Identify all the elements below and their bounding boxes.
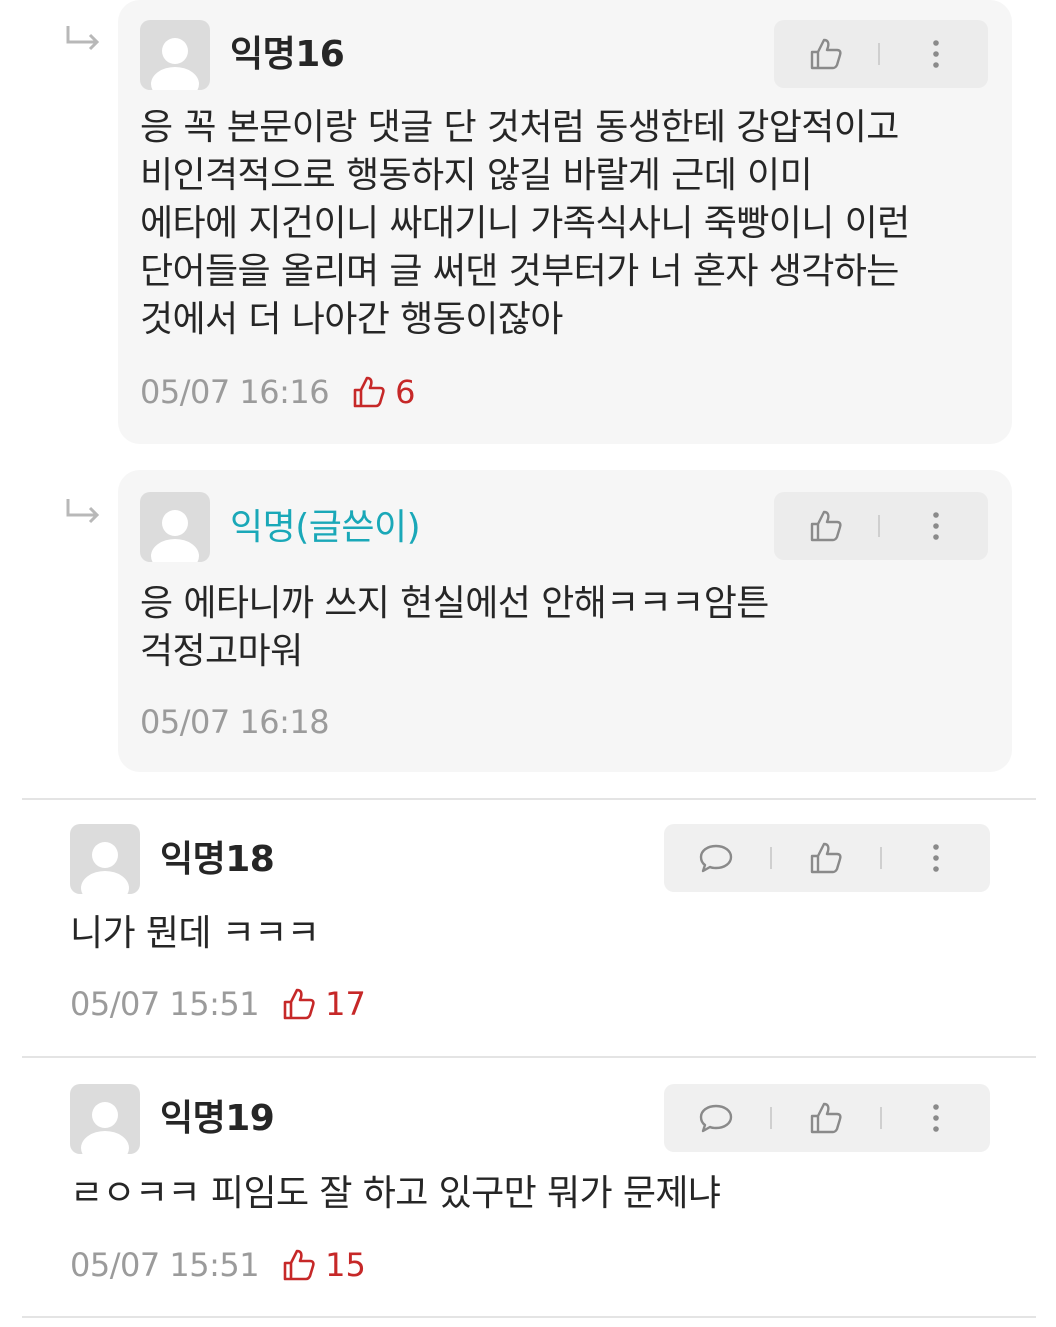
speech-bubble-icon[interactable]	[698, 1100, 734, 1136]
comment-actions	[664, 824, 990, 892]
action-divider	[878, 43, 880, 65]
action-divider	[770, 1107, 772, 1129]
comment-meta: 05/07 15:51 17	[70, 984, 366, 1024]
comment-divider	[22, 1316, 1036, 1318]
comment-meta: 05/07 16:18	[140, 702, 330, 742]
thumbs-up-icon[interactable]	[808, 840, 844, 876]
comment-divider	[22, 1056, 1036, 1058]
thumbs-up-icon	[283, 1249, 315, 1281]
comment-meta: 05/07 16:16 6	[140, 372, 415, 412]
more-vertical-icon[interactable]	[918, 840, 954, 876]
more-vertical-icon[interactable]	[918, 36, 954, 72]
comment-text: ㄹㅇㅋㅋ 피임도 잘 하고 있구만 뭐가 문제냐	[70, 1173, 721, 1214]
speech-bubble-icon[interactable]	[698, 840, 734, 876]
more-vertical-icon[interactable]	[918, 1100, 954, 1136]
action-divider	[880, 1107, 882, 1129]
vote-count: 15	[325, 1246, 366, 1284]
vote-count: 17	[325, 985, 366, 1023]
thumbs-up-icon[interactable]	[808, 36, 844, 72]
reply-arrow-icon	[66, 499, 100, 524]
thumbs-up-icon	[283, 988, 315, 1020]
thumbs-up-icon	[353, 376, 385, 408]
action-divider	[770, 847, 772, 869]
default-avatar-icon	[140, 492, 210, 562]
vote-count: 6	[395, 373, 416, 411]
comment-actions	[774, 492, 988, 560]
commenter-name: 익명16	[230, 34, 345, 75]
comment-timestamp: 05/07 15:51	[70, 985, 260, 1023]
comment-actions	[664, 1084, 990, 1152]
default-avatar-icon	[140, 20, 210, 90]
thumbs-up-icon[interactable]	[808, 1100, 844, 1136]
comment-divider	[22, 798, 1036, 800]
thumbs-up-icon[interactable]	[808, 508, 844, 544]
comment-actions	[774, 20, 988, 88]
reply-arrow-icon	[66, 26, 100, 51]
reply-comment: 익명16 응 꼭 본문이랑 댓글 단 것처럼 동생한테 강압적이고 비인격적으로…	[118, 0, 1012, 444]
commenter-name: 익명19	[160, 1098, 275, 1139]
commenter-name: 익명18	[160, 839, 275, 880]
default-avatar-icon	[70, 824, 140, 894]
default-avatar-icon	[70, 1084, 140, 1154]
action-divider	[878, 515, 880, 537]
comment-text: 응 에타니까 쓰지 현실에선 안해ㅋㅋㅋ암튼 걱정고마워	[140, 583, 769, 672]
author-name: 익명(글쓴이)	[230, 507, 421, 548]
comment-meta: 05/07 15:51 15	[70, 1245, 366, 1285]
comment-text: 니가 뭔데 ㅋㅋㅋ	[70, 913, 320, 954]
reply-comment: 익명(글쓴이) 응 에타니까 쓰지 현실에선 안해ㅋㅋㅋ암튼 걱정고마워 05/…	[118, 470, 1012, 772]
action-divider	[880, 847, 882, 869]
comment-timestamp: 05/07 15:51	[70, 1246, 260, 1284]
more-vertical-icon[interactable]	[918, 508, 954, 544]
comment-thread: 익명16 응 꼭 본문이랑 댓글 단 것처럼 동생한테 강압적이고 비인격적으로…	[0, 0, 1056, 1327]
comment-timestamp: 05/07 16:18	[140, 703, 330, 741]
comment-text: 응 꼭 본문이랑 댓글 단 것처럼 동생한테 강압적이고 비인격적으로 행동하지…	[140, 107, 910, 340]
comment-timestamp: 05/07 16:16	[140, 373, 330, 411]
